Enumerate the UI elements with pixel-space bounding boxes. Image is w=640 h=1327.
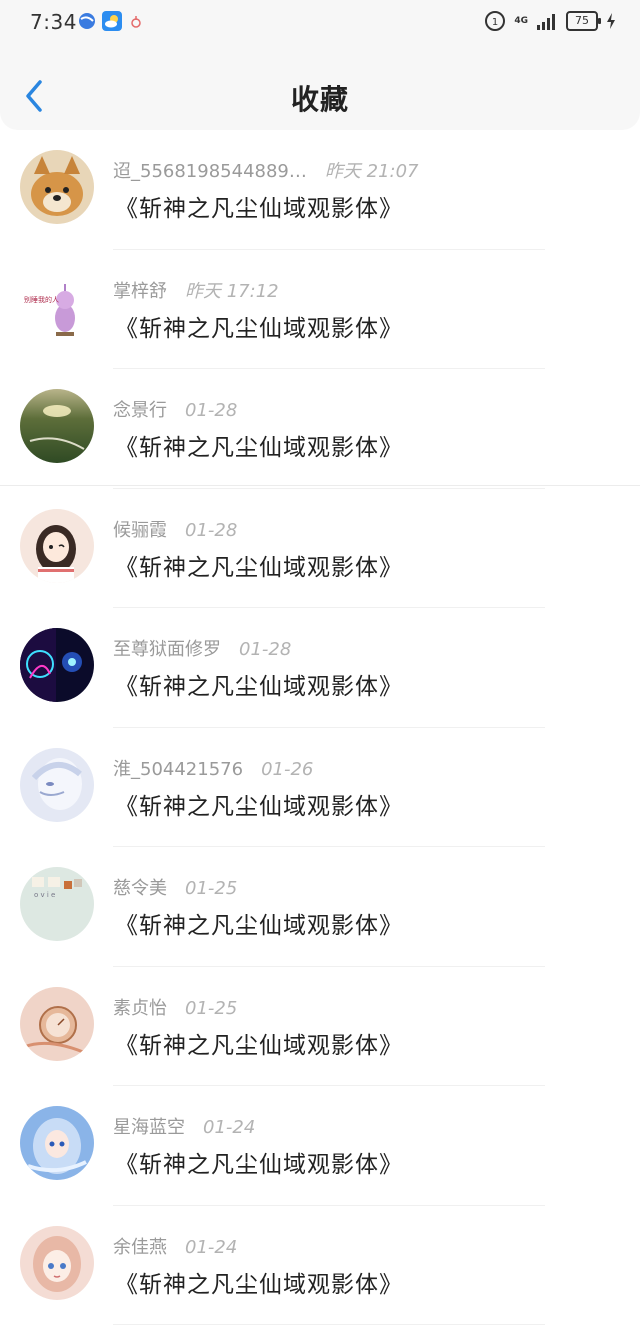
avatar[interactable] [20, 150, 94, 224]
weather-app-icon [102, 11, 122, 31]
item-title[interactable]: 《斩神之凡尘仙域观影体》 [115, 548, 403, 582]
item-meta: 淮_504421576 01-26 [113, 755, 313, 781]
username[interactable]: 掌梓舒 [113, 281, 167, 302]
username[interactable]: 素贞怡 [113, 998, 167, 1019]
list-item[interactable]: 余佳燕 01-24 《斩神之凡尘仙域观影体》 [0, 1206, 640, 1325]
svg-text:1: 1 [492, 17, 498, 28]
item-meta: 候骊霞 01-28 [113, 516, 237, 542]
item-meta: 念景行 01-28 [113, 396, 237, 422]
list-item[interactable]: 素贞怡 01-25 《斩神之凡尘仙域观影体》 [0, 967, 640, 1086]
svg-text:别睡我的人: 别睡我的人 [24, 295, 59, 304]
timestamp: 01-28 [185, 519, 238, 541]
avatar[interactable] [20, 628, 94, 702]
item-title[interactable]: 《斩神之凡尘仙域观影体》 [115, 189, 403, 223]
signal-icon [537, 14, 555, 30]
item-title[interactable]: 《斩神之凡尘仙域观影体》 [115, 1026, 403, 1060]
username[interactable]: 慈令美 [113, 878, 167, 899]
item-meta: 星海蓝空 01-24 [113, 1113, 255, 1139]
item-meta: 慈令美 01-25 [113, 874, 237, 900]
timestamp: 01-24 [203, 1117, 256, 1138]
list-item[interactable]: 至尊狱面修罗 01-28 《斩神之凡尘仙域观影体》 [0, 608, 640, 728]
item-meta: 迢_5568198544889… 昨天 21:07 [113, 157, 419, 183]
avatar[interactable]: o v i e [20, 867, 94, 941]
status-bar: 7:34 1 4G 75 [0, 0, 640, 48]
timestamp: 01-28 [185, 400, 238, 421]
item-meta: 至尊狱面修罗 01-28 [113, 635, 291, 661]
username[interactable]: 淮_504421576 [113, 759, 243, 780]
list-item[interactable]: 候骊霞 01-28 《斩神之凡尘仙域观影体》 [0, 489, 640, 608]
item-meta: 余佳燕 01-24 [113, 1233, 237, 1259]
timestamp: 01-24 [185, 1236, 238, 1258]
charging-icon [607, 13, 615, 29]
battery-icon: 75 [566, 11, 601, 31]
avatar[interactable]: 别睡我的人 [20, 269, 94, 344]
timestamp: 昨天 21:07 [324, 161, 419, 182]
list-item[interactable]: 迢_5568198544889… 昨天 21:07 《斩神之凡尘仙域观影体》 [0, 130, 640, 250]
username[interactable]: 星海蓝空 [113, 1117, 185, 1138]
item-title[interactable]: 《斩神之凡尘仙域观影体》 [115, 787, 403, 821]
page-title: 收藏 [290, 83, 349, 116]
item-meta: 掌梓舒 昨天 17:12 [113, 277, 279, 303]
timestamp: 01-26 [261, 758, 314, 780]
status-right: 1 4G 75 [484, 10, 616, 32]
item-title[interactable]: 《斩神之凡尘仙域观影体》 [115, 1145, 403, 1179]
avatar[interactable] [20, 1106, 94, 1180]
username[interactable]: 念景行 [113, 400, 167, 421]
avatar[interactable] [20, 389, 94, 463]
avatar[interactable] [20, 986, 94, 1061]
list-item[interactable]: 星海蓝空 01-24 《斩神之凡尘仙域观影体》 [0, 1086, 640, 1206]
timestamp: 01-28 [239, 639, 292, 660]
list-item[interactable]: 淮_504421576 01-26 《斩神之凡尘仙域观影体》 [0, 728, 640, 847]
globe-icon [79, 13, 95, 29]
timestamp: 01-25 [185, 997, 238, 1019]
timestamp: 01-25 [185, 878, 238, 899]
favorites-list: 迢_5568198544889… 昨天 21:07 《斩神之凡尘仙域观影体》 别睡… [0, 130, 640, 1325]
svg-text:o v i e: o v i e [34, 891, 55, 899]
notification-icon [131, 16, 141, 28]
network-type: 4G [514, 16, 528, 26]
list-item[interactable]: 别睡我的人 掌梓舒 昨天 17:12 《斩神之凡尘仙域观影体》 [0, 250, 640, 369]
avatar[interactable] [20, 508, 94, 583]
username[interactable]: 候骊霞 [113, 520, 167, 541]
item-title[interactable]: 《斩神之凡尘仙域观影体》 [115, 428, 403, 462]
divider [113, 1324, 545, 1325]
list-item[interactable]: o v i e 慈令美 01-25 《斩神之凡尘仙域观影体》 [0, 847, 640, 967]
username[interactable]: 迢_5568198544889… [113, 161, 307, 182]
hd-call-icon: 1 [485, 11, 506, 31]
username[interactable]: 至尊狱面修罗 [113, 639, 221, 660]
top-bar: 7:34 1 4G 75 收藏 [0, 0, 640, 130]
timestamp: 昨天 17:12 [185, 280, 279, 302]
list-item[interactable]: 念景行 01-28 《斩神之凡尘仙域观影体》 [0, 369, 640, 489]
item-title[interactable]: 《斩神之凡尘仙域观影体》 [115, 906, 403, 940]
item-title[interactable]: 《斩神之凡尘仙域观影体》 [115, 667, 403, 701]
item-title[interactable]: 《斩神之凡尘仙域观影体》 [115, 309, 403, 343]
avatar[interactable] [20, 1225, 94, 1300]
item-title[interactable]: 《斩神之凡尘仙域观影体》 [115, 1265, 403, 1299]
item-meta: 素贞怡 01-25 [113, 994, 237, 1020]
avatar[interactable] [20, 747, 94, 822]
status-time: 7:34 [30, 10, 77, 34]
username[interactable]: 余佳燕 [113, 1237, 167, 1258]
